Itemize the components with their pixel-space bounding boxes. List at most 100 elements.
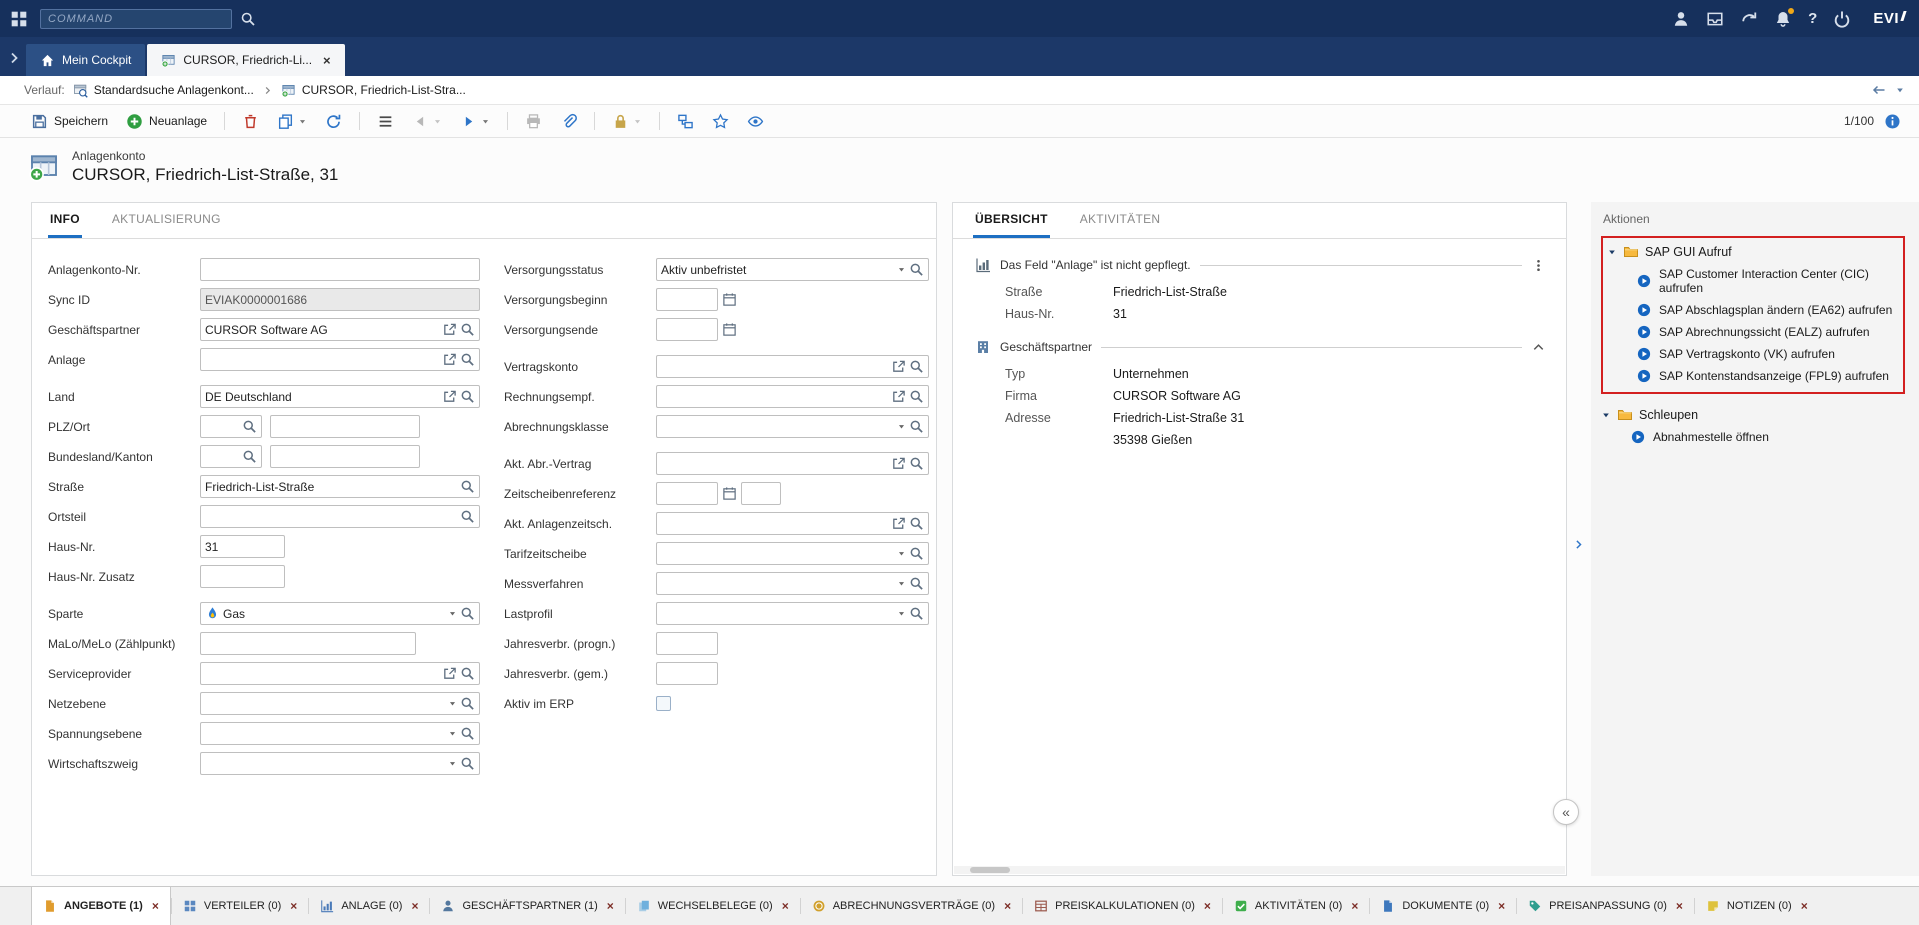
lock-dropdown-icon[interactable]	[633, 117, 642, 126]
collapse-panel-button[interactable]	[1553, 799, 1579, 825]
back-dropdown-icon[interactable]	[433, 117, 442, 126]
search-icon[interactable]	[460, 389, 475, 404]
menu-button[interactable]	[370, 110, 401, 133]
serviceprovider-field[interactable]	[200, 662, 480, 685]
bundesland-name-field[interactable]	[270, 445, 420, 468]
horizontal-scrollbar[interactable]	[954, 866, 1565, 874]
info-icon[interactable]	[1884, 113, 1901, 130]
scrollbar-thumb[interactable]	[970, 867, 1010, 873]
history-back-icon[interactable]	[1871, 82, 1887, 98]
dropdown-icon[interactable]	[897, 579, 906, 588]
action-item-sap-abschlagsplan[interactable]: SAP Abschlagsplan ändern (EA62) aufrufen	[1607, 299, 1899, 321]
bottom-tab-wechselbelege[interactable]: WECHSELBELEGE (0)	[626, 887, 800, 925]
close-tab-icon[interactable]	[290, 899, 297, 913]
bottom-tab-dokumente[interactable]: DOKUMENTE (0)	[1370, 887, 1516, 925]
malo-melo-input[interactable]	[205, 637, 411, 651]
search-icon[interactable]	[460, 756, 475, 771]
wirtschaftszweig-field[interactable]	[200, 752, 480, 775]
navigate-back-button[interactable]	[405, 110, 449, 133]
tab-uebersicht[interactable]: ÜBERSICHT	[973, 203, 1050, 238]
action-item-abnahmestelle[interactable]: Abnahmestelle öffnen	[1601, 426, 1909, 448]
geschaeftspartner-field[interactable]	[200, 318, 480, 341]
search-icon[interactable]	[460, 479, 475, 494]
open-record-icon[interactable]	[891, 456, 906, 471]
search-icon[interactable]	[909, 516, 924, 531]
zeitscheibenreferenz-zusatz-field[interactable]	[741, 482, 781, 505]
search-icon[interactable]	[909, 606, 924, 621]
haus-nr-zusatz-field[interactable]	[200, 565, 285, 588]
new-record-button[interactable]: Neuanlage	[119, 110, 214, 133]
section-menu-icon[interactable]	[1531, 258, 1546, 273]
dropdown-icon[interactable]	[448, 609, 457, 618]
ortsteil-input[interactable]	[205, 510, 457, 524]
forward-dropdown-icon[interactable]	[481, 117, 490, 126]
land-input[interactable]	[205, 390, 439, 404]
open-record-icon[interactable]	[891, 389, 906, 404]
expand-panel-icon[interactable]	[1572, 538, 1585, 551]
redo-icon[interactable]	[1740, 10, 1758, 28]
close-tab-icon[interactable]	[411, 899, 418, 913]
akt-abr-vertrag-input[interactable]	[661, 457, 888, 471]
dropdown-icon[interactable]	[897, 549, 906, 558]
versorgungsstatus-field[interactable]	[656, 258, 929, 281]
search-icon[interactable]	[909, 262, 924, 277]
dropdown-icon[interactable]	[448, 729, 457, 738]
search-icon[interactable]	[460, 696, 475, 711]
collapse-group-icon[interactable]	[1601, 410, 1611, 420]
messverfahren-input[interactable]	[661, 577, 894, 591]
search-icon[interactable]	[460, 726, 475, 741]
lock-button[interactable]	[605, 110, 649, 133]
land-field[interactable]	[200, 385, 480, 408]
netzebene-input[interactable]	[205, 697, 445, 711]
wirtschaftszweig-input[interactable]	[205, 757, 445, 771]
close-tab-icon[interactable]	[1204, 899, 1211, 913]
anlagenkonto-nr-field[interactable]	[200, 258, 480, 281]
serviceprovider-input[interactable]	[205, 667, 439, 681]
open-record-icon[interactable]	[442, 389, 457, 404]
calendar-icon[interactable]	[722, 486, 737, 501]
strasse-field[interactable]	[200, 475, 480, 498]
action-item-sap-kontenstand[interactable]: SAP Kontenstandsanzeige (FPL9) aufrufen	[1607, 365, 1899, 387]
anlage-input[interactable]	[205, 353, 439, 367]
akt-anlagenzeitsch-field[interactable]	[656, 512, 929, 535]
bottom-tab-preisanpassung[interactable]: PREISANPASSUNG (0)	[1517, 887, 1694, 925]
inbox-tray-icon[interactable]	[1706, 10, 1724, 28]
copy-dropdown-icon[interactable]	[298, 117, 307, 126]
favorite-button[interactable]	[705, 110, 736, 133]
close-tab-icon[interactable]	[1801, 899, 1808, 913]
spannungsebene-field[interactable]	[200, 722, 480, 745]
spannungsebene-input[interactable]	[205, 727, 445, 741]
tab-info[interactable]: INFO	[48, 203, 82, 238]
sparte-input[interactable]	[223, 607, 445, 621]
haus-nr-input[interactable]	[205, 540, 280, 554]
dropdown-icon[interactable]	[897, 265, 906, 274]
open-record-icon[interactable]	[442, 322, 457, 337]
bottom-tab-angebote[interactable]: ANGEBOTE (1)	[31, 887, 171, 925]
malo-melo-field[interactable]	[200, 632, 416, 655]
copy-button[interactable]	[270, 110, 314, 133]
collapse-section-icon[interactable]	[1531, 340, 1546, 355]
action-item-sap-vertragskonto[interactable]: SAP Vertragskonto (VK) aufrufen	[1607, 343, 1899, 365]
jahresverbr-progn-field[interactable]	[656, 632, 718, 655]
zeitscheibenreferenz-field[interactable]	[656, 482, 718, 505]
tab-list-expander-icon[interactable]	[6, 50, 22, 66]
history-item-search[interactable]: Standardsuche Anlagenkont...	[73, 83, 254, 98]
command-search-icon[interactable]	[240, 11, 256, 27]
close-tab-icon[interactable]	[782, 899, 789, 913]
jahresverbr-gem-field[interactable]	[656, 662, 718, 685]
watch-button[interactable]	[740, 110, 771, 133]
search-icon[interactable]	[242, 419, 257, 434]
history-item-record[interactable]: CURSOR, Friedrich-List-Stra...	[281, 83, 466, 98]
action-item-sap-abrechnungssicht[interactable]: SAP Abrechnungssicht (EALZ) aufrufen	[1607, 321, 1899, 343]
versorgungsbeginn-input[interactable]	[661, 293, 713, 307]
haus-nr-field[interactable]	[200, 535, 285, 558]
search-icon[interactable]	[909, 359, 924, 374]
bottom-tab-geschaeftspartner[interactable]: GESCHÄFTSPARTNER (1)	[430, 887, 624, 925]
zeitscheibenreferenz-input[interactable]	[661, 487, 713, 501]
akt-anlagenzeitsch-input[interactable]	[661, 517, 888, 531]
messverfahren-field[interactable]	[656, 572, 929, 595]
power-logout-icon[interactable]	[1833, 10, 1851, 28]
rechnungsempf-field[interactable]	[656, 385, 929, 408]
navigate-forward-button[interactable]	[453, 110, 497, 133]
calendar-icon[interactable]	[722, 292, 737, 307]
